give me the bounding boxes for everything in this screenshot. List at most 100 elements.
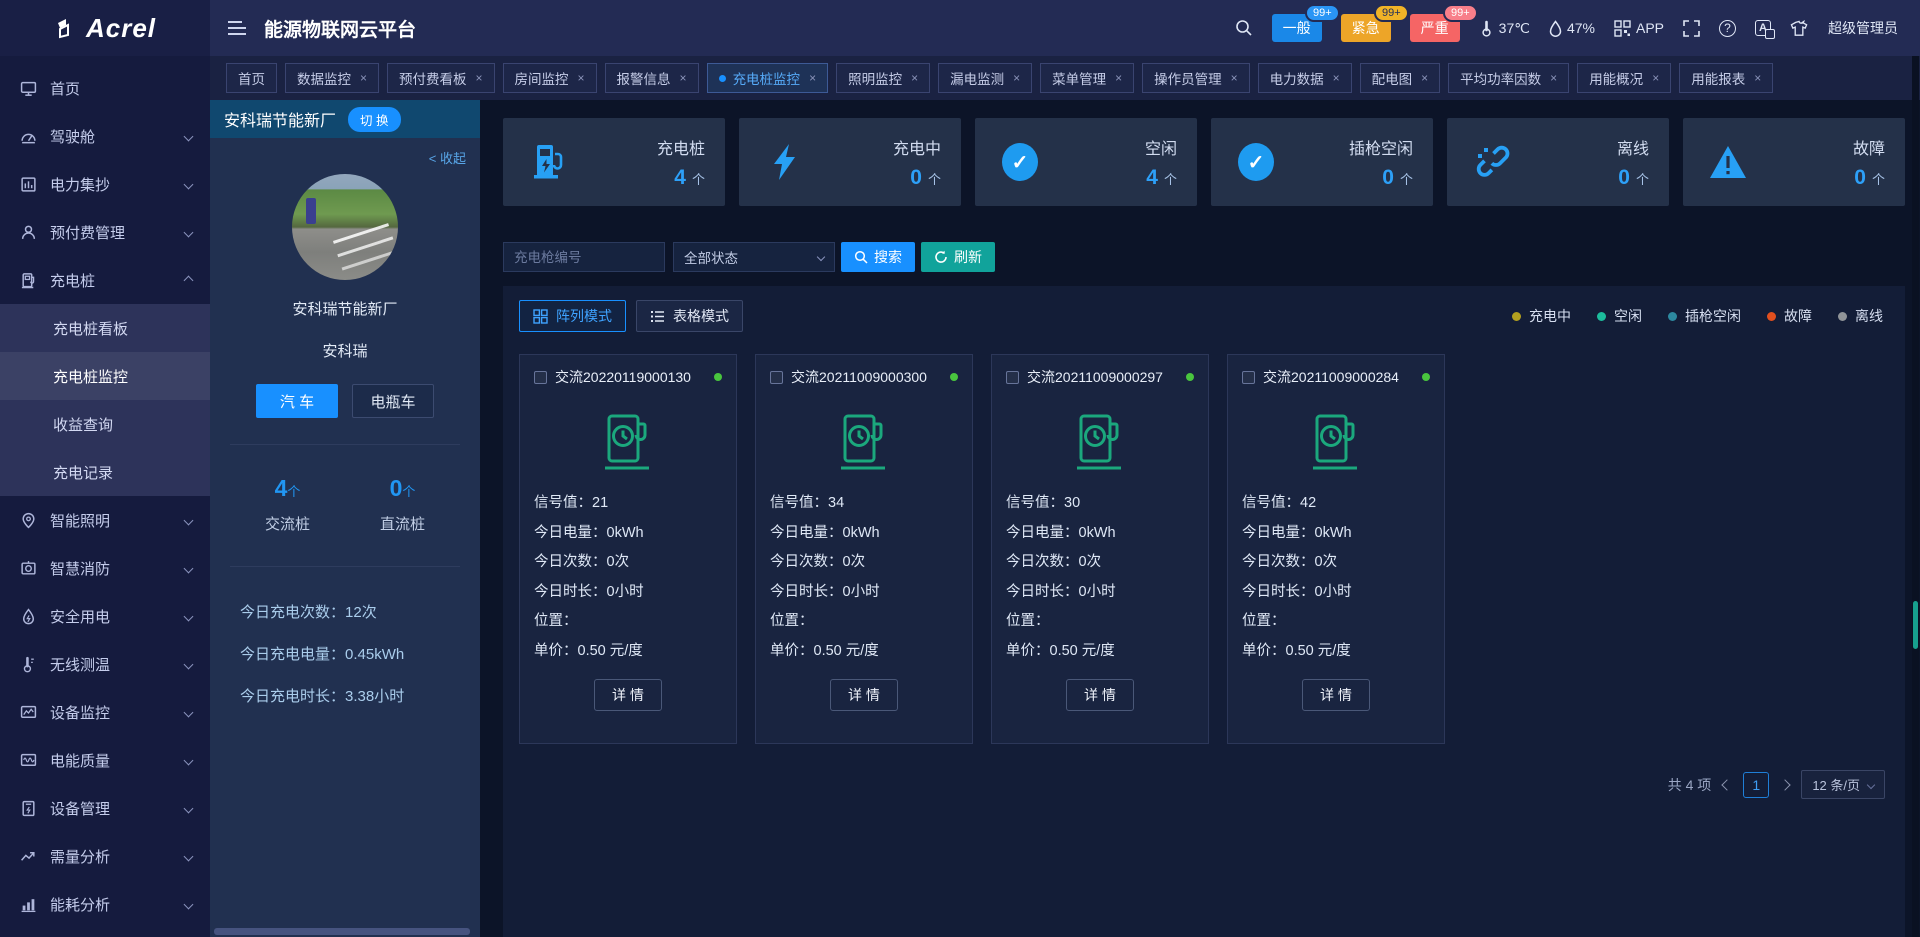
close-icon[interactable]: × [1550,71,1557,85]
summary-value: 4 [674,166,686,189]
legend-dot [1767,312,1776,321]
weather-temperature: 37℃ [1479,20,1530,37]
alert-badge-urgent[interactable]: 紧急 99+ [1341,14,1391,42]
tab-data-monitor[interactable]: 数据监控× [285,63,379,93]
page-number[interactable]: 1 [1743,772,1769,798]
refresh-button[interactable]: 刷新 [921,242,995,272]
close-icon[interactable]: × [1421,71,1428,85]
device-checkbox[interactable] [770,371,783,384]
tab-energy-overview[interactable]: 用能概况× [1577,63,1671,93]
device-detail-button[interactable]: 详 情 [1066,679,1134,711]
tab-charger-monitor[interactable]: 充电桩监控× [707,63,829,93]
sidebar-item-power-quality[interactable]: 电能质量 [0,736,210,784]
device-card[interactable]: 交流20220119000130 信号值：21 今日电量：0kWh 今日次数：0… [519,354,737,744]
vertical-scrollbar-track[interactable] [1912,56,1919,937]
tab-leakage-monitor[interactable]: 漏电监测 × [938,63,1032,93]
close-icon[interactable]: × [360,71,367,85]
panel-collapse-link[interactable]: < 收起 [210,138,480,167]
sidebar-item-demand-analysis[interactable]: 需量分析 [0,832,210,880]
device-checkbox[interactable] [1242,371,1255,384]
vehicle-tab-car[interactable]: 汽 车 [256,384,338,418]
grid-mode-button[interactable]: 阵列模式 [519,300,626,332]
sidebar-item-charge-records[interactable]: 充电记录 [0,448,210,496]
device-detail-button[interactable]: 详 情 [1302,679,1370,711]
help-icon[interactable]: ? [1719,20,1736,37]
tab-avg-power-factor[interactable]: 平均功率因数× [1448,63,1569,93]
close-icon[interactable]: × [1115,71,1122,85]
sidebar-item-wireless-temp[interactable]: 无线测温 [0,640,210,688]
horizontal-scrollbar[interactable] [214,928,470,935]
close-icon[interactable]: × [680,71,687,85]
sidebar-item-smart-lighting[interactable]: 智能照明 [0,496,210,544]
tab-prepaid-board[interactable]: 预付费看板× [387,63,495,93]
table-mode-button[interactable]: 表格模式 [636,300,743,332]
sidebar-item-revenue-query[interactable]: 收益查询 [0,400,210,448]
tab-menu-manage[interactable]: 菜单管理× [1040,63,1134,93]
device-today-energy: 今日电量：0kWh [534,519,722,549]
sidebar-item-charger-monitor[interactable]: 充电桩监控 [0,352,210,400]
chevron-down-icon [817,253,825,261]
close-icon[interactable]: × [578,71,585,85]
device-checkbox[interactable] [534,371,547,384]
sidebar-label: 充电桩看板 [53,318,128,339]
next-page-icon[interactable] [1780,779,1791,790]
tab-alarm-info[interactable]: 报警信息× [605,63,699,93]
trend-arrows-icon [20,848,37,865]
sidebar-item-home[interactable]: 首页 [0,64,210,112]
search-icon[interactable] [1235,19,1253,37]
close-icon[interactable]: × [1754,71,1761,85]
sidebar-item-prepaid[interactable]: 预付费管理 [0,208,210,256]
status-select[interactable]: 全部状态 [673,242,835,272]
close-icon[interactable]: × [1231,71,1238,85]
gun-number-input[interactable] [503,242,665,272]
device-card[interactable]: 交流20211009000297 信号值：30 今日电量：0kWh 今日次数：0… [991,354,1209,744]
tab-label: 漏电监测 [950,68,1004,88]
tab-power-data[interactable]: 电力数据× [1258,63,1352,93]
device-detail-button[interactable]: 详 情 [594,679,662,711]
prev-page-icon[interactable] [1722,779,1733,790]
sidebar-item-energy-analysis[interactable]: 能耗分析 [0,880,210,928]
sidebar-item-charging-pile[interactable]: 充电桩 [0,256,210,304]
sidebar-item-device-monitor[interactable]: 设备监控 [0,688,210,736]
search-button[interactable]: 搜索 [841,242,915,272]
close-icon[interactable]: × [1652,71,1659,85]
device-checkbox[interactable] [1006,371,1019,384]
sidebar-item-charger-board[interactable]: 充电桩看板 [0,304,210,352]
switch-site-button[interactable]: 切 换 [348,107,400,132]
app-qr[interactable]: APP [1614,20,1664,37]
sidebar-item-power-collection[interactable]: 电力集抄 [0,160,210,208]
tab-energy-report[interactable]: 用能报表× [1679,63,1773,93]
device-card[interactable]: 交流20211009000284 信号值：42 今日电量：0kWh 今日次数：0… [1227,354,1445,744]
alert-badge-normal[interactable]: 一般 99+ [1272,14,1322,42]
tab-distribution-diagram[interactable]: 配电图× [1360,63,1441,93]
current-user[interactable]: 超级管理员 [1828,18,1898,38]
vertical-scrollbar-thumb[interactable] [1913,601,1918,649]
close-icon[interactable]: × [809,71,816,85]
chevron-down-icon [184,755,194,765]
sidebar-item-smart-fire[interactable]: 智慧消防 [0,544,210,592]
sidebar-item-safe-power[interactable]: 安全用电 [0,592,210,640]
close-icon[interactable]: × [911,71,918,85]
language-icon[interactable]: A [1755,20,1771,36]
tab-room-monitor[interactable]: 房间监控× [503,63,597,93]
menu-collapse-icon[interactable] [228,21,246,35]
device-card[interactable]: 交流20211009000300 信号值：34 今日电量：0kWh 今日次数：0… [755,354,973,744]
summary-label: 故障 [1853,135,1885,159]
summary-label: 离线 [1617,135,1649,159]
close-icon[interactable]: × [1333,71,1340,85]
sidebar-item-device-manage[interactable]: 设备管理 [0,784,210,832]
page-size-select[interactable]: 12 条/页 [1801,770,1885,799]
tab-home[interactable]: 首页 [226,63,277,93]
alert-badge-critical[interactable]: 严重 99+ [1410,14,1460,42]
close-icon[interactable]: × [1013,71,1020,85]
vehicle-tab-ebike[interactable]: 电瓶车 [352,384,434,418]
refresh-button-label: 刷新 [954,247,982,267]
close-icon[interactable]: × [476,71,483,85]
device-detail-button[interactable]: 详 情 [830,679,898,711]
theme-shirt-icon[interactable] [1790,20,1809,37]
tab-operator-manage[interactable]: 操作员管理× [1142,63,1250,93]
fullscreen-icon[interactable] [1683,20,1700,37]
device-today-count: 今日次数：0次 [1006,548,1194,578]
tab-lighting-monitor[interactable]: 照明监控× [836,63,930,93]
sidebar-item-cockpit[interactable]: 驾驶舱 [0,112,210,160]
